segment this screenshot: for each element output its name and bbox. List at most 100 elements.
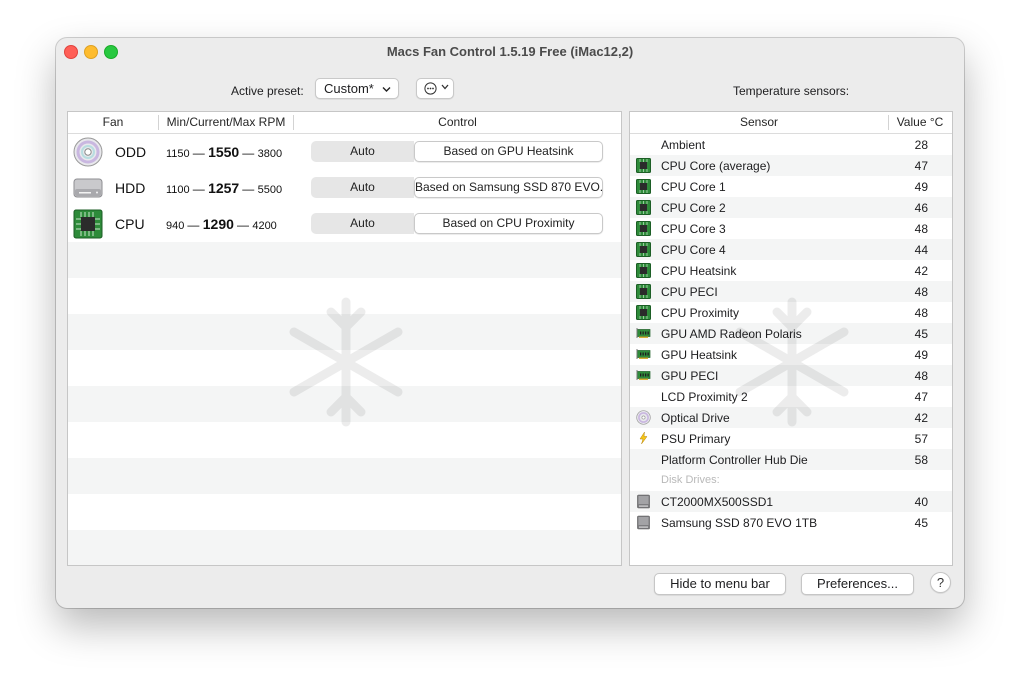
sensor-name: CPU Core 4 xyxy=(661,243,726,257)
fan-min-rpm: 940 xyxy=(166,220,185,232)
gpu-card-icon xyxy=(636,349,651,359)
gpu-card-icon xyxy=(636,370,651,380)
sensor-name: GPU Heatsink xyxy=(661,348,738,362)
sensor-value: 46 xyxy=(914,201,928,215)
fan-rpm: 1100 — 1257 — 5500 xyxy=(166,180,283,196)
sensor-value: 45 xyxy=(914,516,928,530)
sensor-row[interactable]: CPU PECI 48 xyxy=(630,281,952,302)
sensor-row[interactable]: CPU Heatsink 42 xyxy=(630,260,952,281)
sensor-row[interactable]: CPU Core 2 46 xyxy=(630,197,952,218)
sensor-value: 57 xyxy=(914,432,928,446)
sensor-row[interactable]: CPU Proximity 48 xyxy=(630,302,952,323)
sensor-name: Optical Drive xyxy=(661,411,730,425)
sensor-value: 48 xyxy=(914,306,928,320)
fan-max-rpm: 3800 xyxy=(257,148,283,160)
column-header-sensor[interactable]: Sensor xyxy=(630,115,888,129)
fan-min-rpm: 1100 xyxy=(166,184,190,196)
cpu-chip-icon xyxy=(636,284,651,299)
sensor-value: 48 xyxy=(914,285,928,299)
power-bolt-icon xyxy=(639,431,648,445)
disk-drive-icon xyxy=(637,494,650,509)
fan-control-button[interactable]: Based on GPU Heatsink xyxy=(414,141,603,162)
fan-table: Fan Min/Current/Max RPM Control ODD 1150… xyxy=(67,111,622,566)
sensor-table-header: Sensor Value °C xyxy=(630,112,952,134)
sensor-row[interactable]: GPU AMD Radeon Polaris 45 xyxy=(630,323,952,344)
column-header-value[interactable]: Value °C xyxy=(889,115,951,129)
sensor-row[interactable]: CPU Core (average) 47 xyxy=(630,155,952,176)
sensor-value: 45 xyxy=(914,327,928,341)
sensor-name: CPU Core 3 xyxy=(661,222,726,236)
sensor-name: CPU PECI xyxy=(661,285,718,299)
sensor-row[interactable]: GPU PECI 48 xyxy=(630,365,952,386)
sensor-name: GPU PECI xyxy=(661,369,719,383)
optical-disc-icon xyxy=(73,137,103,167)
fan-max-rpm: 5500 xyxy=(257,184,283,196)
cpu-chip-icon xyxy=(636,305,651,320)
sensor-name: CPU Heatsink xyxy=(661,264,737,278)
sensor-value: 28 xyxy=(914,138,928,152)
sensor-row[interactable]: LCD Proximity 2 47 xyxy=(630,386,952,407)
sensor-name: Platform Controller Hub Die xyxy=(661,453,808,467)
disk-drive-icon xyxy=(637,515,650,530)
fan-auto-button[interactable]: Auto xyxy=(311,141,414,162)
hard-drive-icon xyxy=(73,178,103,198)
fan-auto-button[interactable]: Auto xyxy=(311,177,414,198)
preferences-button[interactable]: Preferences... xyxy=(801,573,914,595)
fan-auto-button[interactable]: Auto xyxy=(311,213,414,234)
sensor-name: Disk Drives: xyxy=(661,474,720,486)
sensor-name: CPU Core 1 xyxy=(661,180,726,194)
sensor-table: Sensor Value °C Ambient 28 CPU Core (avera… xyxy=(629,111,953,566)
table-stripe xyxy=(68,458,621,494)
cpu-chip-icon xyxy=(636,200,651,215)
sensor-value: 44 xyxy=(914,243,928,257)
table-stripe xyxy=(68,242,621,278)
fan-row-hdd[interactable]: HDD 1100 — 1257 — 5500 Auto Based on Sam… xyxy=(68,170,621,206)
sensor-row[interactable]: PSU Primary 57 xyxy=(630,428,952,449)
fan-table-header: Fan Min/Current/Max RPM Control xyxy=(68,112,621,134)
chevron-down-icon xyxy=(441,84,449,90)
app-window: Macs Fan Control 1.5.19 Free (iMac12,2) … xyxy=(56,38,964,608)
sensor-row[interactable]: Samsung SSD 870 EVO 1TB 45 xyxy=(630,512,952,533)
sensor-value: 49 xyxy=(914,180,928,194)
sensor-value: 58 xyxy=(914,453,928,467)
fan-name: ODD xyxy=(115,144,147,160)
sensor-row[interactable]: CT2000MX500SSD1 40 xyxy=(630,491,952,512)
sensor-value: 49 xyxy=(914,348,928,362)
sensor-name: Samsung SSD 870 EVO 1TB xyxy=(661,516,818,530)
column-header-fan[interactable]: Fan xyxy=(68,115,158,129)
preset-actions-button[interactable] xyxy=(416,78,454,99)
ellipsis-circle-icon xyxy=(424,82,437,95)
snowflake-watermark-icon xyxy=(289,297,403,427)
fan-rpm: 940 — 1290 — 4200 xyxy=(166,216,277,232)
cpu-chip-icon xyxy=(636,158,651,173)
fan-max-rpm: 4200 xyxy=(252,220,277,232)
sensor-row[interactable]: CPU Core 1 49 xyxy=(630,176,952,197)
sensor-row[interactable]: CPU Core 3 48 xyxy=(630,218,952,239)
temperature-sensors-label: Temperature sensors: xyxy=(733,84,850,98)
sensor-row[interactable]: Optical Drive 42 xyxy=(630,407,952,428)
fan-row-odd[interactable]: ODD 1150 — 1550 — 3800 Auto Based on GPU… xyxy=(68,134,621,170)
cpu-chip-icon xyxy=(636,179,651,194)
sensor-row[interactable]: GPU Heatsink 49 xyxy=(630,344,952,365)
title-bar: Macs Fan Control 1.5.19 Free (iMac12,2) xyxy=(56,38,964,66)
preset-dropdown[interactable]: Custom* xyxy=(315,78,399,99)
fan-control-button[interactable]: Based on Samsung SSD 870 EVO... xyxy=(414,177,603,198)
help-button[interactable]: ? xyxy=(930,572,951,593)
sensor-name: PSU Primary xyxy=(661,432,731,446)
sensor-row[interactable]: Platform Controller Hub Die 58 xyxy=(630,449,952,470)
fan-row-cpu[interactable]: CPU 940 — 1290 — 4200 Auto Based on CPU … xyxy=(68,206,621,242)
fan-control-button[interactable]: Based on CPU Proximity xyxy=(414,213,603,234)
sensor-name: CT2000MX500SSD1 xyxy=(661,495,774,509)
cpu-chip-icon xyxy=(73,209,103,239)
optical-disc-icon xyxy=(636,410,651,425)
cpu-chip-icon xyxy=(636,263,651,278)
sensor-section-header: Disk Drives: xyxy=(630,470,952,491)
hide-to-menu-bar-button[interactable]: Hide to menu bar xyxy=(654,573,786,595)
sensor-value: 40 xyxy=(914,495,928,509)
column-header-rpm[interactable]: Min/Current/Max RPM xyxy=(159,115,293,129)
sensor-row[interactable]: CPU Core 4 44 xyxy=(630,239,952,260)
table-stripe xyxy=(68,530,621,565)
sensor-name: CPU Proximity xyxy=(661,306,740,320)
column-header-control[interactable]: Control xyxy=(294,115,621,129)
sensor-row[interactable]: Ambient 28 xyxy=(630,134,952,155)
